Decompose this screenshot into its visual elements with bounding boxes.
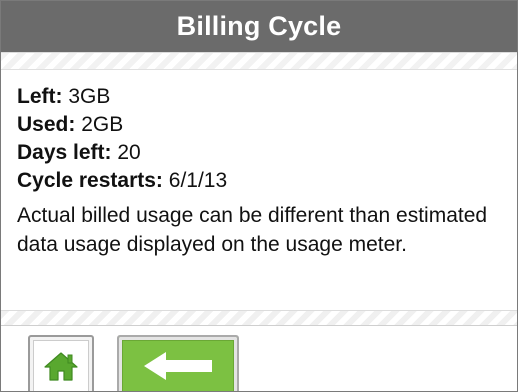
stat-used-value: 2GB <box>81 113 124 136</box>
header-divider <box>1 52 517 70</box>
stat-cycle-restarts-label: Cycle restarts: <box>17 169 163 192</box>
stat-used-label: Used: <box>17 113 76 136</box>
usage-disclaimer: Actual billed usage can be different tha… <box>17 204 488 256</box>
stat-cycle-restarts: Cycle restarts: 6/1/13 <box>17 167 503 195</box>
home-button[interactable] <box>28 335 94 391</box>
stat-days-left-value: 20 <box>117 141 141 164</box>
stat-left: Left: 3GB <box>17 83 503 111</box>
billing-cycle-screen: Billing Cycle Left: 3GB Used: 2GB Days l… <box>0 0 518 392</box>
stat-cycle-restarts-value: 6/1/13 <box>168 169 228 192</box>
page-title: Billing Cycle <box>1 1 517 52</box>
arrow-left-icon <box>140 348 216 384</box>
stat-left-value: 3GB <box>68 85 111 108</box>
footer-toolbar <box>1 326 517 391</box>
stat-days-left-label: Days left: <box>17 141 112 164</box>
footer-divider <box>1 310 517 326</box>
back-button[interactable] <box>117 335 239 391</box>
billing-details: Left: 3GB Used: 2GB Days left: 20 Cycle … <box>1 70 517 310</box>
stat-used: Used: 2GB <box>17 111 503 139</box>
stat-left-label: Left: <box>17 85 63 108</box>
home-icon <box>43 350 79 382</box>
stat-days-left: Days left: 20 <box>17 139 503 167</box>
